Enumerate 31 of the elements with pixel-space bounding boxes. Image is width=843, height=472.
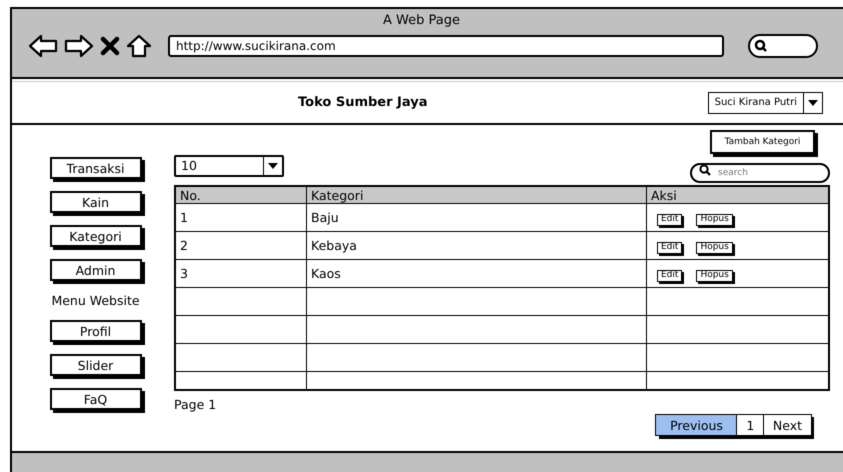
column-header: Kategori: [306, 186, 646, 204]
window-title: A Web Page: [382, 12, 461, 30]
action-button[interactable]: Hopus: [696, 242, 733, 254]
caret-icon: [268, 163, 278, 169]
user-dropdown[interactable]: Suci Kirana Putri: [708, 92, 823, 114]
forward-icon[interactable]: [64, 34, 94, 58]
action-button[interactable]: Hopus: [696, 214, 733, 226]
search-field[interactable]: search: [690, 163, 830, 183]
table-cell: Baju: [306, 204, 646, 232]
pagination-button[interactable]: 1: [736, 414, 764, 436]
page-label: Page 1: [174, 397, 216, 414]
table-cell: 3: [175, 260, 306, 288]
table-cell: Kebaya: [306, 232, 646, 260]
close-icon[interactable]: [100, 36, 120, 56]
add-category-button[interactable]: Tambah Kategori: [710, 130, 815, 154]
column-header: Aksi: [646, 186, 829, 204]
address-bar[interactable]: http://www.sucikirana.com: [168, 35, 724, 57]
search-field[interactable]: [748, 34, 818, 58]
page-size-dropdown[interactable]: 10: [174, 155, 284, 177]
site-title: Toko Sumber Jaya: [298, 95, 428, 110]
pagination-button[interactable]: Previous: [655, 414, 738, 436]
table-cell: 1: [175, 204, 306, 232]
menu-heading: Menu Website: [51, 293, 140, 308]
table-cell: Kaos: [306, 260, 646, 288]
pagination-button[interactable]: Next: [762, 414, 812, 436]
column-header: No.: [175, 186, 306, 204]
caret-icon: [808, 100, 818, 106]
table-cell: 2: [175, 232, 306, 260]
search-icon: [754, 39, 768, 53]
action-button[interactable]: Hopus: [696, 270, 733, 282]
back-icon[interactable]: [28, 34, 58, 58]
